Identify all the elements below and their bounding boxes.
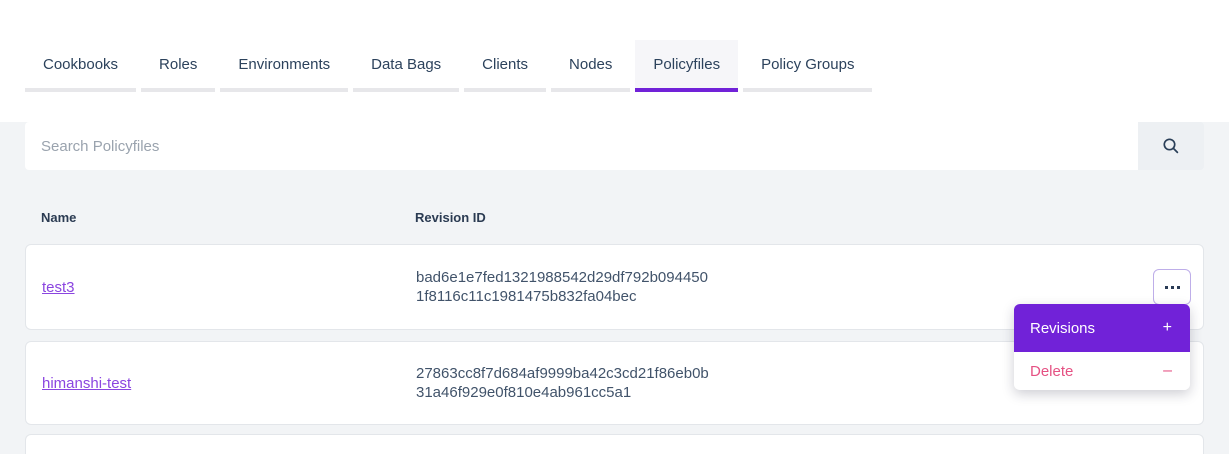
column-header-name: Name: [25, 210, 415, 226]
menu-item-label: Revisions: [1030, 320, 1095, 337]
tab-environments[interactable]: Environments: [220, 40, 348, 92]
table-row-partial: [25, 434, 1204, 454]
tab-policy-groups[interactable]: Policy Groups: [743, 40, 872, 92]
ellipsis-icon: [1165, 286, 1180, 289]
tab-bar: Cookbooks Roles Environments Data Bags C…: [0, 0, 1229, 92]
search-button[interactable]: [1138, 122, 1204, 170]
content-area: Name Revision ID test3 bad6e1e7fed132198…: [0, 122, 1229, 454]
revision-id-cell: bad6e1e7fed1321988542d29df792b0944501f81…: [416, 268, 716, 306]
menu-item-delete[interactable]: Delete –: [1014, 352, 1190, 390]
minus-icon: –: [1163, 362, 1172, 380]
search-bar: [25, 122, 1204, 170]
table-header: Name Revision ID: [25, 210, 1204, 226]
tab-clients[interactable]: Clients: [464, 40, 546, 92]
policyfile-link[interactable]: test3: [42, 279, 75, 296]
name-cell: himanshi-test: [26, 375, 416, 392]
column-header-revision-id: Revision ID: [415, 210, 486, 226]
revision-id-cell: 27863cc8f7d684af9999ba42c3cd21f86eb0b31a…: [416, 364, 716, 402]
plus-icon: +: [1163, 319, 1172, 337]
menu-item-revisions[interactable]: Revisions +: [1014, 304, 1190, 352]
row-actions-menu: Revisions + Delete –: [1014, 304, 1190, 390]
search-icon: [1162, 137, 1180, 155]
search-input[interactable]: [25, 122, 1138, 170]
tab-roles[interactable]: Roles: [141, 40, 215, 92]
menu-item-label: Delete: [1030, 363, 1073, 380]
tab-data-bags[interactable]: Data Bags: [353, 40, 459, 92]
tab-nodes[interactable]: Nodes: [551, 40, 630, 92]
more-actions-button[interactable]: [1153, 269, 1191, 305]
tab-policyfiles[interactable]: Policyfiles: [635, 40, 738, 92]
name-cell: test3: [26, 279, 416, 296]
tab-cookbooks[interactable]: Cookbooks: [25, 40, 136, 92]
tabs-nav: Cookbooks Roles Environments Data Bags C…: [25, 40, 877, 92]
policyfile-link[interactable]: himanshi-test: [42, 375, 131, 392]
